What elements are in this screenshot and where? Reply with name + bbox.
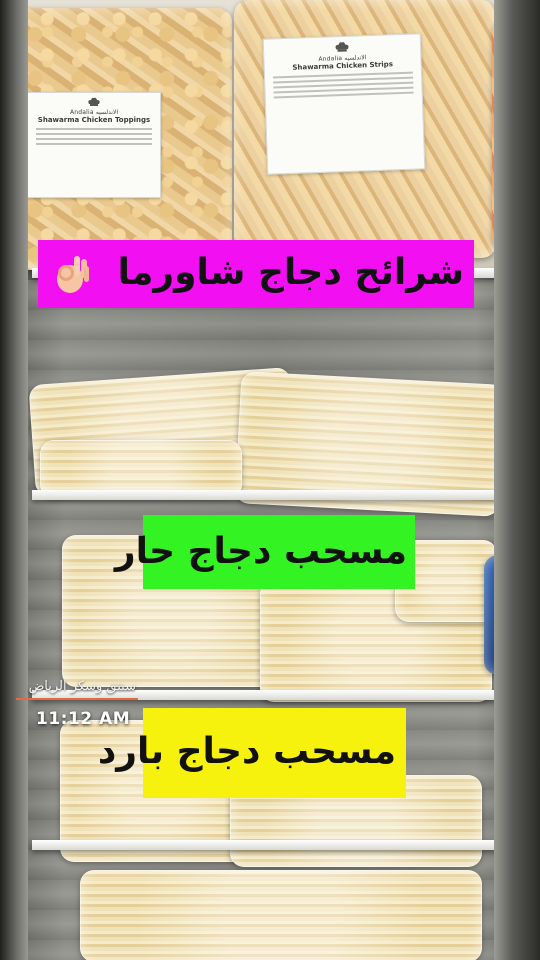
caption-cold-chicken-strips-text: مسحب دجاج بارد <box>97 731 396 772</box>
caption-spicy-chicken-strips: مسحب دجاج حار <box>115 515 415 589</box>
caption-spicy-chicken-strips-text: مسحب دجاج حار <box>114 531 407 572</box>
caption-cold-chicken-strips: مسحب دجاج بارد <box>98 708 406 798</box>
shelf-2 <box>32 490 502 500</box>
caption-shawarma-slices-text: شرائح دجاج شاورما <box>117 252 464 293</box>
caption-shawarma-slices: شرائح دجاج شاورما <box>38 240 474 308</box>
location-underline <box>16 698 138 700</box>
time-sticker: 11:12 AM <box>36 709 131 729</box>
location-sticker[interactable]: سنتق وسكر الرياض <box>4 678 144 700</box>
product-label-right: Andalia الاندلسيه Shawarma Chicken Strip… <box>262 33 426 175</box>
ok-hand-emoji-icon <box>57 256 89 293</box>
freezer-door-frame-right <box>494 0 540 960</box>
shelf-4 <box>32 840 502 850</box>
freezer-photo: Andalia الاندلسيه Shawarma Chicken Toppi… <box>0 0 540 960</box>
freezer-door-frame-left <box>0 0 28 960</box>
product-label-left-brand: Andalia الاندلسيه <box>69 109 119 116</box>
breaded-chicken-bag <box>80 870 482 960</box>
location-text: سنتق وسكر الرياض <box>28 679 136 694</box>
chef-hat-icon <box>335 42 349 52</box>
product-label-left-name: Shawarma Chicken Toppings <box>37 116 151 124</box>
chef-hat-icon <box>88 97 100 106</box>
product-label-left: Andalia الاندلسيه Shawarma Chicken Toppi… <box>27 92 161 198</box>
